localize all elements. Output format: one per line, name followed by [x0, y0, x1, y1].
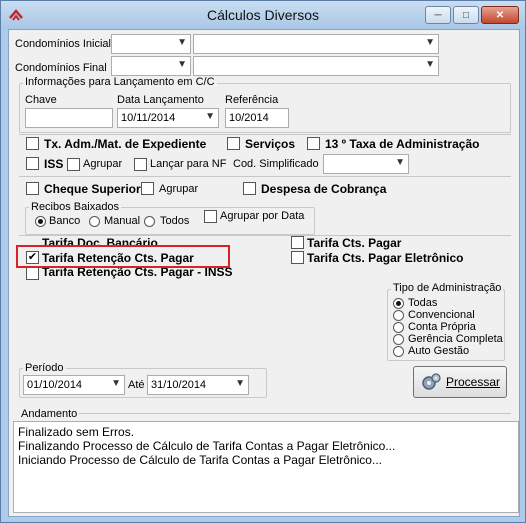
- log-line: Finalizando Processo de Cálculo de Tarif…: [18, 439, 396, 453]
- chave-input[interactable]: [25, 108, 113, 128]
- maximize-button[interactable]: □: [453, 6, 479, 24]
- cod-simplificado-select[interactable]: ▼: [323, 154, 409, 174]
- condominio-inicial-name-select[interactable]: ▼: [193, 34, 439, 54]
- tx-adm-checkbox[interactable]: [26, 137, 39, 150]
- taxa-13-label: 13 º Taxa de Administração: [325, 137, 480, 151]
- tarifa-cts-pagar-eletronico-label: Tarifa Cts. Pagar Eletrônico: [307, 251, 464, 265]
- chevron-down-icon: ▼: [205, 111, 215, 122]
- servicos-checkbox[interactable]: [227, 137, 240, 150]
- log-line: Iniciando Processo de Cálculo de Tarifa …: [18, 453, 382, 467]
- log-line: Finalizado sem Erros.: [18, 425, 135, 439]
- cheque-superior-checkbox[interactable]: [26, 182, 39, 195]
- chevron-down-icon: ▼: [111, 378, 121, 389]
- referencia-label: Referência: [225, 94, 279, 106]
- tipo-todas-label: Todas: [408, 297, 438, 309]
- chevron-down-icon: ▼: [177, 37, 187, 48]
- close-button[interactable]: ✕: [481, 6, 519, 24]
- minimize-button[interactable]: ─: [425, 6, 451, 24]
- recibos-baixados-title: Recibos Baixados: [29, 201, 122, 213]
- despesa-cobranca-checkbox[interactable]: [243, 182, 256, 195]
- tarifa-cts-pagar-eletronico-checkbox[interactable]: [291, 251, 304, 264]
- gears-icon: [422, 373, 441, 390]
- iss-checkbox[interactable]: [26, 157, 39, 170]
- tarifa-retencao-inss-checkbox[interactable]: [26, 267, 39, 280]
- highlight-box: [16, 245, 230, 268]
- divider: [19, 413, 511, 414]
- lancar-nf-label: Lançar para NF: [150, 158, 227, 170]
- tipo-convencional-radio[interactable]: [393, 310, 404, 321]
- taxa-13-checkbox[interactable]: [307, 137, 320, 150]
- chevron-down-icon: ▼: [425, 59, 435, 70]
- condominio-final-code-select[interactable]: ▼: [111, 56, 191, 76]
- servicos-label: Serviços: [245, 137, 296, 151]
- andamento-log[interactable]: Finalizado sem Erros. Finalizando Proces…: [13, 421, 519, 513]
- agrupar-cheque-label: Agrupar: [159, 183, 199, 195]
- maximize-icon: □: [462, 9, 470, 21]
- tipo-administracao-title: Tipo de Administração: [391, 282, 504, 294]
- tipo-auto-gestao-label: Auto Gestão: [408, 345, 470, 357]
- referencia-input[interactable]: 10/2014: [225, 108, 289, 128]
- tipo-gerencia-completa-label: Gerência Completa: [408, 333, 503, 345]
- info-lancamento-title: Informações para Lançamento em C/C: [23, 76, 217, 88]
- agrupar-por-data-label: Agrupar por Data: [220, 210, 305, 222]
- lancar-nf-checkbox[interactable]: [134, 158, 147, 171]
- condominios-final-label: Condomínios Final: [15, 62, 107, 74]
- recibos-manual-radio[interactable]: [89, 216, 100, 227]
- cod-simplificado-label: Cod. Simplificado: [233, 158, 319, 170]
- recibos-banco-radio[interactable]: [35, 216, 46, 227]
- agrupar-iss-label: Agrupar: [83, 158, 123, 170]
- close-icon: ✕: [495, 9, 505, 21]
- tarifa-cts-pagar-checkbox[interactable]: [291, 236, 304, 249]
- divider: [19, 176, 511, 177]
- agrupar-iss-checkbox[interactable]: [67, 158, 80, 171]
- form-body: Condomínios Inicial ▼ ▼ Condomínios Fina…: [8, 29, 520, 517]
- chevron-down-icon: ▼: [425, 37, 435, 48]
- tipo-conta-propria-label: Conta Própria: [408, 321, 476, 333]
- recibos-manual-label: Manual: [104, 215, 141, 227]
- recibos-banco-label: Banco: [49, 215, 81, 227]
- andamento-title: Andamento: [19, 408, 80, 420]
- tx-adm-label: Tx. Adm./Mat. de Expediente: [44, 137, 207, 151]
- ate-label: Até: [128, 379, 145, 391]
- agrupar-cheque-checkbox[interactable]: [141, 182, 154, 195]
- tipo-convencional-label: Convencional: [408, 309, 475, 321]
- despesa-cobranca-label: Despesa de Cobrança: [261, 182, 387, 196]
- tipo-auto-gestao-radio[interactable]: [393, 346, 404, 357]
- periodo-title: Período: [23, 362, 66, 374]
- periodo-ate-picker[interactable]: 31/10/2014 ▼: [147, 375, 249, 395]
- agrupar-por-data-checkbox[interactable]: [204, 210, 217, 223]
- data-lancamento-picker[interactable]: 10/11/2014 ▼: [117, 108, 219, 128]
- cheque-superior-label: Cheque Superior: [44, 182, 141, 196]
- data-lancamento-label: Data Lançamento: [117, 94, 204, 106]
- processar-button[interactable]: Processar: [413, 366, 507, 398]
- tarifa-cts-pagar-label: Tarifa Cts. Pagar: [307, 236, 402, 250]
- periodo-de-picker[interactable]: 01/10/2014 ▼: [23, 375, 125, 395]
- recibos-todos-label: Todos: [160, 215, 190, 227]
- minimize-icon: ─: [434, 9, 442, 21]
- iss-label: ISS: [44, 157, 64, 171]
- chevron-down-icon: ▼: [395, 157, 405, 168]
- condominio-inicial-code-select[interactable]: ▼: [111, 34, 191, 54]
- tipo-conta-propria-radio[interactable]: [393, 322, 404, 333]
- tipo-todas-radio[interactable]: [393, 298, 404, 309]
- condominios-inicial-label: Condomínios Inicial: [15, 38, 111, 50]
- processar-label: Processar: [445, 375, 501, 389]
- chevron-down-icon: ▼: [235, 378, 245, 389]
- chave-label: Chave: [25, 94, 57, 106]
- divider: [19, 134, 511, 135]
- condominio-final-name-select[interactable]: ▼: [193, 56, 439, 76]
- recibos-todos-radio[interactable]: [144, 216, 155, 227]
- tipo-gerencia-completa-radio[interactable]: [393, 334, 404, 345]
- title-bar[interactable]: Cálculos Diversos ─ □ ✕: [1, 1, 525, 29]
- app-window: Cálculos Diversos ─ □ ✕ Condomínios Inic…: [0, 0, 526, 523]
- chevron-down-icon: ▼: [177, 59, 187, 70]
